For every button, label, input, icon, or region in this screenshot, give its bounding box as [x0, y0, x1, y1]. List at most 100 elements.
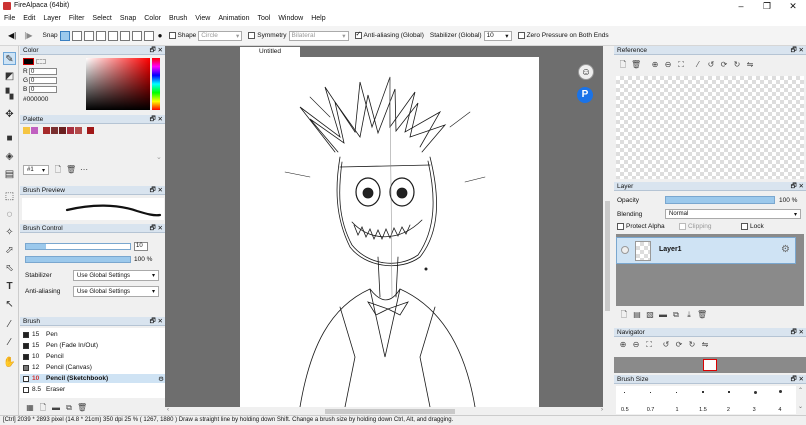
reference-zoom-in-icon[interactable]: ⊕	[650, 60, 660, 70]
next-frame-icon[interactable]: |▶	[24, 31, 32, 40]
operation-tool-icon[interactable]: ↖	[3, 298, 16, 311]
panel-close-icon[interactable]: 🗗 ✕	[150, 46, 163, 55]
duplicate-layer-icon[interactable]: ⧉	[671, 310, 681, 320]
move-tool-icon[interactable]: ✥	[3, 108, 16, 121]
brush-size-preset[interactable]: 2	[719, 386, 745, 414]
reference-canvas[interactable]	[616, 76, 804, 179]
shape-dropdown[interactable]: Circle ▾	[198, 30, 243, 41]
new-palette-icon[interactable]: 🗋	[53, 165, 63, 175]
menu-brush[interactable]: Brush	[165, 13, 191, 26]
navigator-preview[interactable]	[614, 357, 806, 373]
brush-tool-icon[interactable]: ✎	[3, 52, 16, 65]
clipping-checkbox[interactable]: Clipping	[679, 223, 741, 230]
snap-off-icon[interactable]	[59, 30, 70, 41]
palette-more-icon[interactable]: ⋯	[79, 165, 89, 175]
brush-item-pencil[interactable]: 10 Pencil	[20, 352, 170, 361]
primary-color-swatch[interactable]	[23, 58, 34, 65]
palette-swatch[interactable]	[31, 127, 38, 134]
symmetry-dropdown[interactable]: Bilateral ▾	[288, 30, 349, 41]
snap-3d-icon[interactable]	[143, 30, 154, 41]
gradient-tool-icon[interactable]: ▤	[3, 168, 16, 181]
brush-new-icon[interactable]: 🗋	[38, 403, 48, 413]
eraser-tool-icon[interactable]: ◩	[3, 70, 16, 83]
text-tool-icon[interactable]: T	[3, 280, 16, 293]
snap-circle-icon[interactable]	[119, 30, 130, 41]
stabilizer-dropdown[interactable]: 10 ▾	[483, 30, 512, 41]
menu-color[interactable]: Color	[140, 13, 165, 26]
brush-size-input[interactable]: 10	[134, 242, 148, 251]
reference-zoom-out-icon[interactable]: ⊖	[663, 60, 673, 70]
menu-layer[interactable]: Layer	[39, 13, 65, 26]
vertical-scroll-thumb[interactable]	[605, 201, 610, 311]
brush-folder-icon[interactable]: ▬	[51, 403, 61, 413]
brush-item-eraser[interactable]: 8.5 Eraser	[20, 385, 170, 394]
brush-opacity-slider[interactable]	[25, 256, 131, 263]
character-avatar-icon[interactable]: ☺	[578, 64, 594, 80]
menu-filter[interactable]: Filter	[65, 13, 89, 26]
reference-close-icon[interactable]: 🗗 ✕	[791, 46, 804, 55]
brush-size-preset[interactable]: 3	[745, 386, 771, 414]
brush-size-scroll-up-icon[interactable]: ⌃	[798, 387, 803, 394]
blue-input[interactable]: 0	[29, 86, 57, 93]
reference-fit-icon[interactable]: ⛶	[676, 60, 686, 70]
zero-pressure-checkbox[interactable]: Zero Pressure on Both Ends	[517, 32, 609, 39]
scroll-left-icon[interactable]: ‹	[167, 407, 169, 413]
minimize-button[interactable]: –	[728, 0, 754, 13]
brush-size-preset[interactable]: 1.5	[693, 386, 719, 414]
protect-alpha-checkbox[interactable]: Protect Alpha	[617, 223, 679, 230]
brush-preview-close-icon[interactable]: 🗗 ✕	[150, 186, 163, 195]
palette-swatch[interactable]	[75, 127, 82, 134]
brush-size-preset[interactable]: 0.5	[616, 386, 642, 414]
menu-edit[interactable]: Edit	[19, 13, 39, 26]
select-tool-icon[interactable]: ⬚	[3, 190, 16, 203]
hand-tool-icon[interactable]: ✋	[3, 356, 16, 369]
new-8bit-layer-icon[interactable]: ▤	[632, 310, 642, 320]
palette-set-dropdown[interactable]: #1 ▾	[23, 165, 49, 175]
brush-size-preset[interactable]: 1	[667, 386, 693, 414]
antialias-checkbox[interactable]: Anti-aliasing (Global)	[354, 30, 424, 39]
maximize-button[interactable]: ❐	[754, 0, 780, 13]
palette-close-icon[interactable]: 🗗 ✕	[150, 115, 163, 124]
brush-item-pen[interactable]: 15 Pen	[20, 330, 170, 339]
snap-vanishing-icon[interactable]	[95, 30, 106, 41]
new-folder-icon[interactable]: ▬	[658, 310, 668, 320]
horizontal-scroll-thumb[interactable]	[325, 409, 455, 414]
brush-size-close-icon[interactable]: 🗗 ✕	[791, 375, 804, 384]
brush-size-scroll-down-icon[interactable]: ⌄	[798, 403, 803, 410]
reference-reset-icon[interactable]: ⟳	[719, 60, 729, 70]
saturation-value-picker[interactable]	[86, 58, 150, 110]
magic-wand-icon[interactable]: ✧	[3, 226, 16, 239]
brush-control-close-icon[interactable]: 🗗 ✕	[150, 224, 163, 233]
brush-size-preset[interactable]: 4	[770, 386, 796, 414]
green-input[interactable]: 0	[29, 77, 57, 84]
lock-checkbox[interactable]: Lock	[741, 223, 764, 230]
brush-item-pencil-sketchbook[interactable]: 10 Pencil (Sketchbook) ⚙	[20, 374, 170, 383]
palette-swatch[interactable]	[51, 127, 58, 134]
fill-shape-icon[interactable]: ■	[3, 132, 16, 145]
p-badge-icon[interactable]: P	[577, 87, 593, 103]
nav-reset-icon[interactable]: ⟳	[674, 340, 684, 350]
palette-swatch[interactable]	[59, 127, 66, 134]
palette-swatch[interactable]	[67, 127, 74, 134]
layer-row[interactable]: Layer1 ⚙	[616, 237, 796, 264]
bucket-tool-icon[interactable]: ◈	[3, 150, 16, 163]
menu-view[interactable]: View	[191, 13, 214, 26]
horizontal-scrollbar[interactable]: ‹ ›	[165, 407, 612, 415]
drawing-canvas[interactable]	[240, 57, 539, 407]
brush-props-icon[interactable]: ▦	[25, 403, 35, 413]
nav-rotate-left-icon[interactable]: ↺	[661, 340, 671, 350]
snap-radial-icon[interactable]	[107, 30, 118, 41]
delete-layer-icon[interactable]: 🗑	[697, 310, 707, 320]
prev-frame-icon[interactable]: ◀|	[8, 31, 16, 40]
dot-tool-icon[interactable]: ▚	[3, 88, 16, 101]
menu-file[interactable]: File	[0, 13, 19, 26]
reference-eyedropper-icon[interactable]: ⁄	[693, 60, 703, 70]
palette-swatch[interactable]	[23, 127, 30, 134]
blending-dropdown[interactable]: Normal ▾	[665, 209, 801, 219]
red-input[interactable]: 0	[29, 68, 57, 75]
secondary-color-swatch[interactable]	[36, 59, 46, 64]
stabilizer-setting-dropdown[interactable]: Use Global Settings ▾	[73, 270, 159, 281]
brush-panel-close-icon[interactable]: 🗗 ✕	[150, 317, 163, 326]
brush-item-pen-fade[interactable]: 15 Pen (Fade In/Out)	[20, 341, 170, 350]
navigator-close-icon[interactable]: 🗗 ✕	[791, 328, 804, 337]
